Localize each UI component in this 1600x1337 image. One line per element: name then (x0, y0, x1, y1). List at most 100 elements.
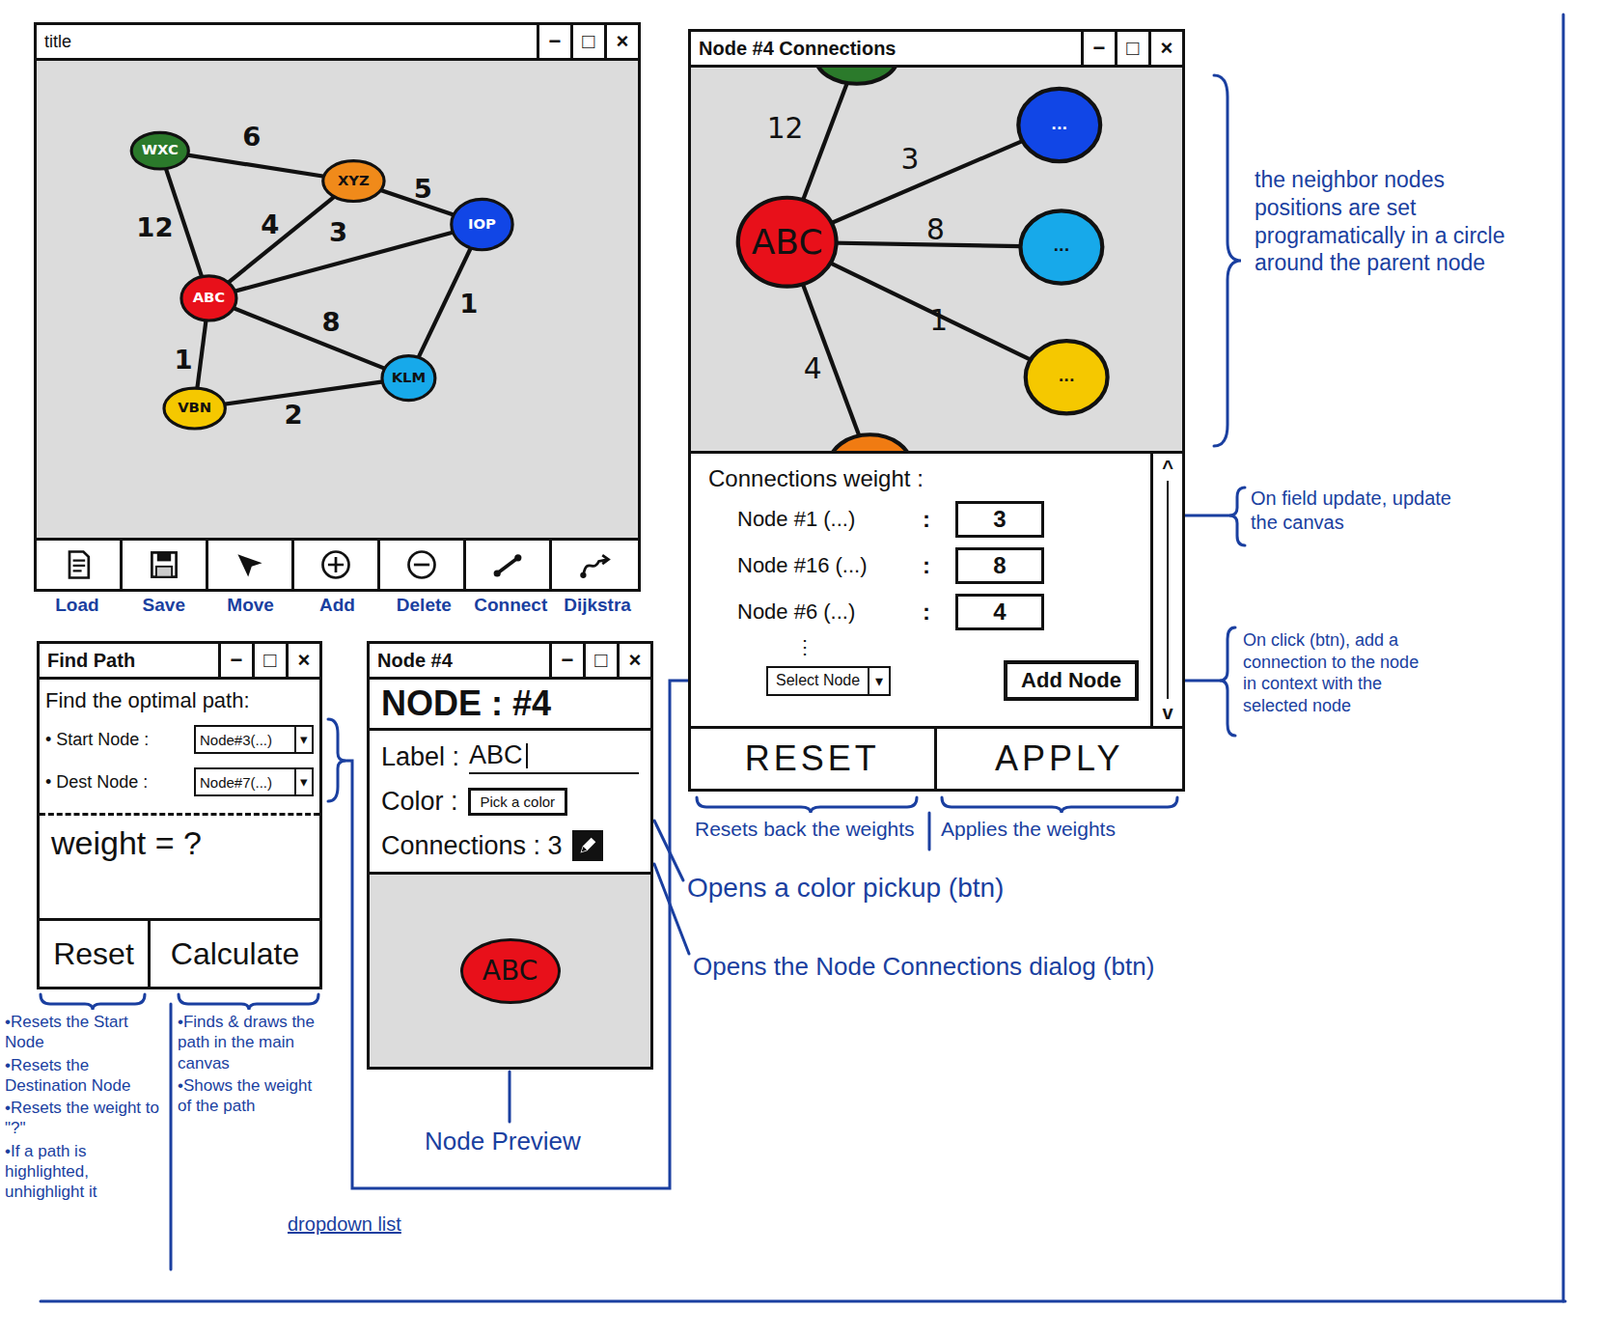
dropdown-value: Node#3(...) (195, 727, 295, 752)
toolbar-label: Save (120, 594, 208, 616)
node-label: KLM (391, 368, 427, 386)
toolbar-label: Add (294, 594, 382, 616)
weight-row: Node #16 (...):8 (708, 542, 1139, 589)
node-shape[interactable] (164, 387, 225, 429)
scroll-down-button[interactable]: v (1161, 702, 1173, 722)
weight-label: Node #16 (...) (737, 552, 911, 579)
window-control-button[interactable]: × (285, 643, 320, 677)
frame-right-line (1562, 14, 1566, 1301)
neighbor-label: ... (1052, 237, 1070, 254)
node-label: VBN (177, 398, 212, 415)
color-row: Color :Pick a color (381, 778, 639, 824)
dropdown-note: dropdown list (287, 1212, 402, 1237)
label-input[interactable]: ABC (468, 740, 639, 774)
window-control-button[interactable]: − (218, 643, 252, 677)
add-node-brace (1219, 627, 1236, 736)
path-arrow-icon (578, 547, 613, 582)
connections-row: Connections : 3 (381, 823, 639, 868)
scrollbar[interactable]: ^v (1150, 453, 1183, 726)
dialog-button[interactable]: APPLY (937, 728, 1184, 789)
find-button[interactable]: Reset (39, 920, 151, 987)
dialog-buttons: RESETAPPLY (690, 725, 1183, 789)
neighbors-brace (1213, 75, 1242, 446)
graph-node[interactable]: VBN (164, 387, 225, 429)
dialog-button[interactable]: RESET (690, 728, 938, 789)
pencil-icon (577, 834, 599, 856)
window-control-button[interactable]: × (616, 643, 651, 677)
node-shape[interactable] (451, 198, 513, 249)
buttons-divider-line (928, 812, 932, 850)
field-update-line (1185, 514, 1230, 518)
neighbor-shape (1020, 210, 1103, 283)
node-label: IOP (468, 215, 497, 232)
weights-panel: Connections weight :Node #1 (...):3Node … (690, 453, 1183, 726)
node-shape[interactable] (131, 132, 189, 169)
node-shape[interactable] (382, 356, 436, 401)
find-buttons: ResetCalculate (39, 917, 320, 987)
load-icon (60, 547, 96, 582)
preview-note: Node Preview (424, 1125, 581, 1158)
node-select-dropdown[interactable]: Node#7(...)▾ (193, 767, 314, 797)
window-control-button[interactable]: − (536, 25, 571, 58)
scroll-track[interactable] (1166, 480, 1169, 699)
reset-weights-note: Resets back the weights (694, 816, 915, 842)
select-node-dropdown[interactable]: Select Node▾ (766, 665, 891, 696)
toolbar-label: Move (207, 594, 295, 616)
cursor-arrow-icon (232, 547, 268, 582)
title-bar: title−□× (36, 25, 638, 61)
neighbor-shape (815, 67, 898, 84)
add-node-note: On click (btn), add a connection to the … (1242, 629, 1436, 717)
window-control-button[interactable]: □ (570, 25, 605, 58)
reset-note-item: •Resets the Start Node (4, 1011, 166, 1053)
node-heading: NODE : #4 (369, 679, 651, 731)
edit-connections-button[interactable] (572, 829, 604, 861)
window-control-button[interactable]: × (604, 25, 638, 58)
preview-node: ABC (460, 937, 561, 1004)
connections-dialog-note: Opens the Node Connections dialog (btn) (692, 950, 1155, 983)
node-window: Node #4−□×NODE : #4Label :ABCColor :Pick… (366, 640, 654, 1070)
scroll-up-button[interactable]: ^ (1161, 457, 1174, 477)
window-control-button[interactable]: − (549, 643, 583, 677)
window-control-button[interactable]: □ (582, 643, 617, 677)
toolbar-button[interactable] (36, 540, 123, 589)
node-select-dropdown[interactable]: Node#3(...)▾ (193, 724, 314, 754)
graph-node[interactable]: XYZ (323, 161, 385, 202)
graph-node[interactable]: KLM (382, 356, 436, 401)
neighbor-shape (1025, 340, 1108, 414)
plus-circle-icon (318, 547, 354, 582)
add-node-line (1185, 679, 1220, 683)
toolbar-button[interactable] (208, 540, 295, 589)
reset-note-item: •If a path is highlighted, unhighlight i… (4, 1140, 166, 1203)
add-node-button[interactable]: Add Node (1003, 660, 1139, 701)
graph-edge[interactable] (208, 298, 409, 379)
window-control-button[interactable]: × (1148, 31, 1183, 65)
node-shape[interactable] (181, 275, 237, 321)
find-button[interactable]: Calculate (150, 920, 320, 987)
toolbar-button[interactable] (466, 540, 552, 589)
weight-row: Node #1 (...):3 (708, 496, 1139, 543)
graph-node[interactable]: IOP (451, 198, 513, 249)
window-control-button[interactable]: □ (251, 643, 286, 677)
window-title: title (36, 25, 537, 58)
toolbar-button[interactable] (294, 540, 381, 589)
weight-input[interactable]: 3 (955, 500, 1045, 538)
weight-input[interactable]: 4 (955, 593, 1045, 631)
graph-canvas[interactable]: 6124358112WXCXYZIOPABCVBNKLM (36, 60, 638, 538)
node-label: ABC (193, 288, 226, 305)
toolbar-button[interactable] (122, 540, 209, 589)
window-control-button[interactable]: − (1080, 31, 1115, 65)
toolbar-label: Connect (467, 594, 554, 616)
toolbar-button[interactable] (551, 540, 638, 589)
weight-input[interactable]: 8 (955, 547, 1045, 584)
pick-color-button[interactable]: Pick a color (468, 787, 569, 816)
reset-note-item: •Resets the Destination Node (4, 1054, 166, 1097)
node-shape[interactable] (323, 161, 385, 202)
toolbar-button[interactable] (380, 540, 467, 589)
label-field-label: Label : (381, 742, 460, 773)
toolbar-label: Delete (380, 594, 468, 616)
graph-node[interactable]: ABC (181, 275, 237, 321)
dropdown-brace (328, 718, 346, 801)
graph-node[interactable]: WXC (131, 132, 189, 169)
window-title: Node #4 Connections (690, 31, 1081, 65)
window-control-button[interactable]: □ (1114, 31, 1149, 65)
